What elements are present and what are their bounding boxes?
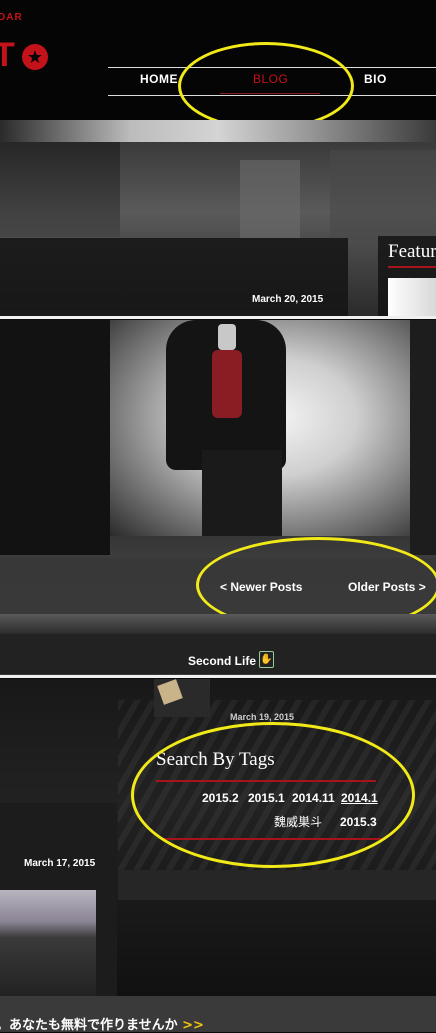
post-image[interactable] xyxy=(110,320,410,536)
thermos-bottle xyxy=(212,350,242,418)
featured-rule xyxy=(388,266,436,268)
section-divider xyxy=(0,316,436,319)
post-date: March 20, 2015 xyxy=(252,294,324,305)
thermos-cap xyxy=(218,324,236,350)
logo-small-text: DAR xyxy=(0,12,23,23)
featured-heading: Featur xyxy=(388,241,436,262)
footer-promo[interactable]: 。あなたも無料で作りませんか >> xyxy=(0,1014,204,1033)
hero-shade xyxy=(330,150,436,240)
nav-item-bio[interactable]: BIO xyxy=(364,72,387,86)
post-side-panel xyxy=(410,320,436,555)
figure-legs xyxy=(202,450,282,536)
highlight-circle xyxy=(131,722,415,868)
nav-item-home[interactable]: HOME xyxy=(140,72,178,86)
section-divider xyxy=(0,675,436,678)
section-band xyxy=(0,614,436,634)
post-date: March 19, 2015 xyxy=(230,712,295,722)
footer-promo-text[interactable]: 。あなたも無料で作りませんか xyxy=(0,1018,178,1033)
featured-thumbnail[interactable] xyxy=(388,278,436,316)
background-band xyxy=(118,870,436,900)
post-side-panel xyxy=(0,320,110,555)
footer-promo-arrow[interactable]: >> xyxy=(182,1018,204,1033)
post-thumbnail[interactable] xyxy=(0,890,96,996)
star-icon: ★ xyxy=(22,44,48,70)
hero-shade xyxy=(240,160,300,238)
hero-shade xyxy=(0,142,120,237)
banner-strip xyxy=(0,120,436,142)
hand-icon: ✋ xyxy=(259,651,274,668)
label-link[interactable]: Second Life xyxy=(188,654,256,668)
post-date: March 17, 2015 xyxy=(24,858,96,869)
highlight-circle xyxy=(178,42,354,130)
site-logo[interactable]: T xyxy=(0,36,16,75)
